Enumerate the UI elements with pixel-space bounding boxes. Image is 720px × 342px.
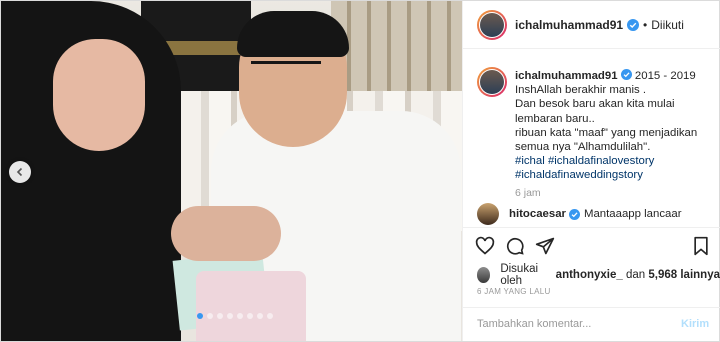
liker-username[interactable]: anthonyxie_ — [556, 269, 623, 281]
likes-and: dan — [625, 269, 646, 281]
carousel-dot — [267, 313, 273, 319]
instagram-post: ichalmuhammad91 • Diikuti ichalmuhammad9… — [0, 0, 720, 342]
caption-line: Dan besok baru akan kita mulai — [515, 98, 675, 111]
caption-body: ichalmuhammad91 2015 - 2019 InshAllah be… — [515, 69, 720, 183]
carousel-dot — [207, 313, 213, 319]
bookmark-icon[interactable] — [691, 236, 711, 256]
comment-bubble-icon[interactable] — [505, 236, 525, 256]
caption-line: ribuan kata "maaf" yang menjadikan — [515, 126, 698, 139]
likes-prefix: Disukai oleh — [500, 263, 539, 287]
comment-row: hitocaesar Mantaaapp lancaar — [477, 203, 713, 225]
hashtag-link[interactable]: #ichaldafinaweddingstory — [515, 169, 643, 181]
post-timestamp[interactable]: 6 JAM YANG LALU — [477, 287, 551, 296]
caption-avatar[interactable] — [477, 67, 507, 97]
header-separator: • — [643, 17, 648, 32]
likes-count[interactable]: 5,968 — [648, 269, 677, 281]
hashtag-link[interactable]: #ichaldafinalovestory — [548, 155, 654, 167]
post-sidebar: ichalmuhammad91 • Diikuti ichalmuhammad9… — [462, 1, 720, 341]
avatar[interactable] — [477, 9, 507, 40]
header-username[interactable]: ichalmuhammad91 — [515, 18, 623, 32]
action-bar — [463, 227, 720, 264]
like-heart-icon[interactable] — [475, 236, 495, 256]
comment-text: Mantaaapp lancaar — [583, 208, 682, 220]
post-comment-button[interactable]: Kirim — [681, 318, 709, 330]
caption-username[interactable]: ichalmuhammad91 — [515, 70, 618, 82]
caption-line: InshAllah berakhir manis . — [515, 84, 647, 97]
carousel-dots — [197, 313, 273, 319]
post-media[interactable] — [1, 1, 462, 341]
gift-box — [196, 271, 306, 341]
post-header: ichalmuhammad91 • Diikuti — [463, 1, 720, 49]
likes-summary: Disukai oleh anthonyxie_ dan 5,968 lainn… — [477, 263, 720, 287]
glasses — [251, 61, 321, 86]
carousel-dot — [197, 313, 203, 319]
man-hair — [237, 11, 349, 57]
caption-line: 2015 - 2019 — [634, 70, 696, 82]
carousel-dot — [227, 313, 233, 319]
caption-line: lembaran baru.. — [515, 112, 595, 125]
comment-box: Kirim — [463, 307, 720, 342]
carousel-dot — [247, 313, 253, 319]
verified-badge-icon — [568, 208, 580, 220]
liker-avatar[interactable] — [477, 267, 491, 283]
follow-status-button[interactable]: Diikuti — [651, 18, 684, 32]
hands-ring — [171, 206, 281, 261]
share-icon[interactable] — [535, 236, 555, 256]
woman-face — [53, 39, 145, 151]
carousel-dot — [237, 313, 243, 319]
verified-badge-icon — [627, 18, 640, 31]
comment-username[interactable]: hitocaesar — [509, 208, 566, 220]
carousel-dot — [217, 313, 223, 319]
hashtag-link[interactable]: #ichal — [515, 155, 545, 167]
likes-suffix[interactable]: lainnya — [680, 269, 720, 281]
comment-input[interactable] — [475, 317, 659, 331]
chevron-left-icon — [16, 167, 23, 177]
caption-line: semua nya "Alhamdulilah". — [515, 141, 651, 154]
caption-time[interactable]: 6 jam — [515, 187, 541, 199]
verified-badge-icon — [620, 69, 632, 80]
previous-slide-button[interactable] — [9, 161, 31, 183]
comment-avatar[interactable] — [477, 203, 499, 225]
mosque-arches — [331, 1, 462, 101]
carousel-dot — [257, 313, 263, 319]
